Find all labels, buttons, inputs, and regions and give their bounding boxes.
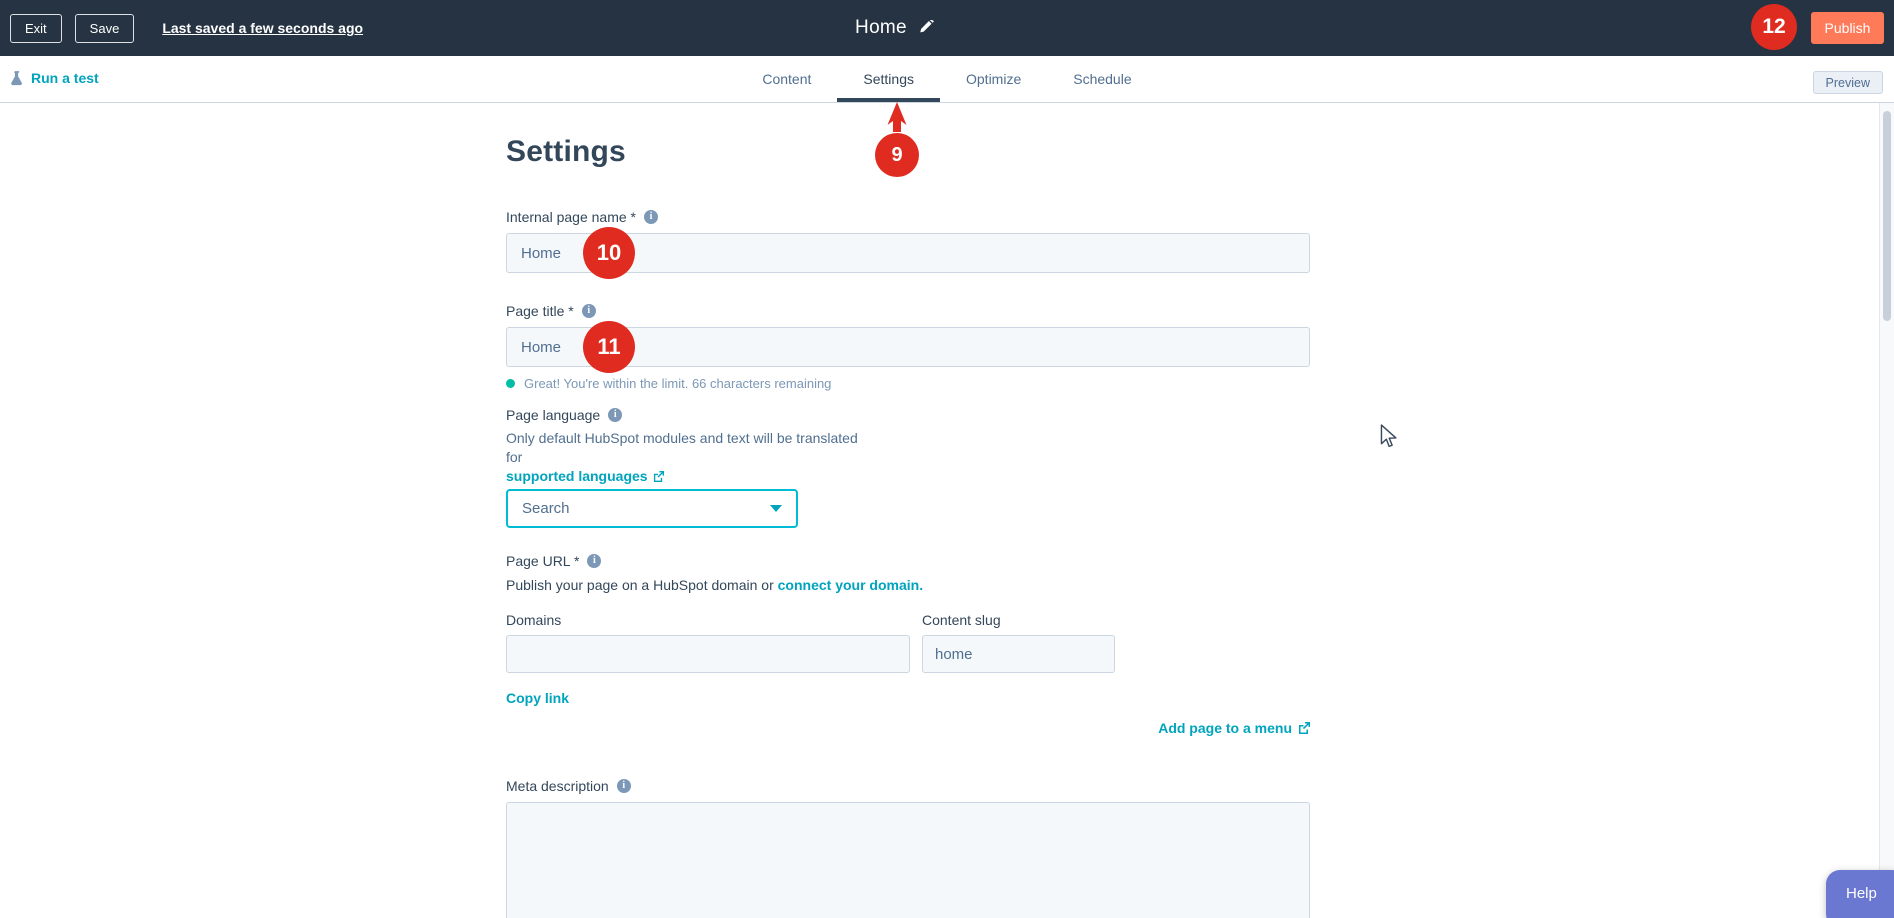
info-icon[interactable]: i	[617, 779, 631, 793]
tab-schedule[interactable]: Schedule	[1073, 71, 1131, 87]
page-language-label: Page language i	[506, 407, 1310, 423]
page-title-label: Page title * i	[506, 303, 1310, 319]
title-validation: Great! You're within the limit. 66 chara…	[506, 376, 1310, 391]
connect-your-domain-link[interactable]: connect your domain.	[778, 577, 923, 593]
external-link-icon	[653, 471, 664, 482]
info-icon[interactable]: i	[644, 210, 658, 224]
tab-settings[interactable]: Settings	[863, 71, 914, 87]
page-language-select[interactable]: Search	[506, 489, 798, 528]
internal-page-name-label: Internal page name * i	[506, 209, 1310, 225]
preview-button[interactable]: Preview	[1813, 71, 1883, 94]
page-url-label: Page URL * i	[506, 553, 1310, 569]
success-dot-icon	[506, 379, 515, 388]
content-slug-label: Content slug	[922, 612, 1115, 628]
selected-language: Search	[522, 500, 570, 517]
vertical-scrollbar	[1879, 103, 1894, 918]
supported-languages-link[interactable]: supported languages	[506, 468, 648, 484]
last-saved-link[interactable]: Last saved a few seconds ago	[162, 20, 363, 36]
language-help-text: Only default HubSpot modules and text wi…	[506, 429, 866, 467]
annotation-badge-10: 10	[583, 227, 635, 279]
info-icon[interactable]: i	[608, 408, 622, 422]
external-link-icon	[1298, 722, 1310, 734]
tab-optimize[interactable]: Optimize	[966, 71, 1021, 87]
publish-button[interactable]: Publish	[1811, 12, 1884, 44]
validation-message: Great! You're within the limit. 66 chara…	[524, 376, 831, 391]
domains-label: Domains	[506, 612, 910, 628]
annotation-arrow-up	[875, 102, 919, 132]
meta-description-label: Meta description i	[506, 778, 1310, 794]
tab-content[interactable]: Content	[762, 71, 811, 87]
top-bar: Exit Save Last saved a few seconds ago H…	[0, 0, 1894, 56]
save-button[interactable]: Save	[75, 14, 135, 43]
scrollbar-thumb[interactable]	[1883, 111, 1891, 321]
add-page-to-menu-link[interactable]: Add page to a menu	[1158, 720, 1292, 736]
copy-link[interactable]: Copy link	[506, 690, 576, 706]
page-url-help: Publish your page on a HubSpot domain or…	[506, 577, 1310, 593]
help-button[interactable]: Help	[1826, 870, 1894, 918]
editor-toolbar: Run a test Content Settings Optimize Sch…	[0, 56, 1894, 103]
chevron-down-icon	[770, 505, 782, 512]
tab-bar: Content Settings Optimize Schedule	[0, 56, 1894, 102]
page-title: Home	[855, 17, 907, 39]
info-icon[interactable]: i	[587, 554, 601, 568]
meta-description-textarea[interactable]	[506, 802, 1310, 918]
content-slug-input[interactable]	[922, 635, 1115, 673]
annotation-badge-12: 12	[1751, 4, 1797, 50]
edit-pencil-icon[interactable]	[919, 20, 935, 36]
annotation-badge-11: 11	[583, 321, 635, 373]
domains-input[interactable]	[506, 635, 910, 673]
info-icon[interactable]: i	[582, 304, 596, 318]
settings-panel: Settings Internal page name * i 10 Page …	[0, 103, 1879, 918]
annotation-badge-9: 9	[875, 102, 919, 177]
exit-button[interactable]: Exit	[10, 14, 62, 43]
